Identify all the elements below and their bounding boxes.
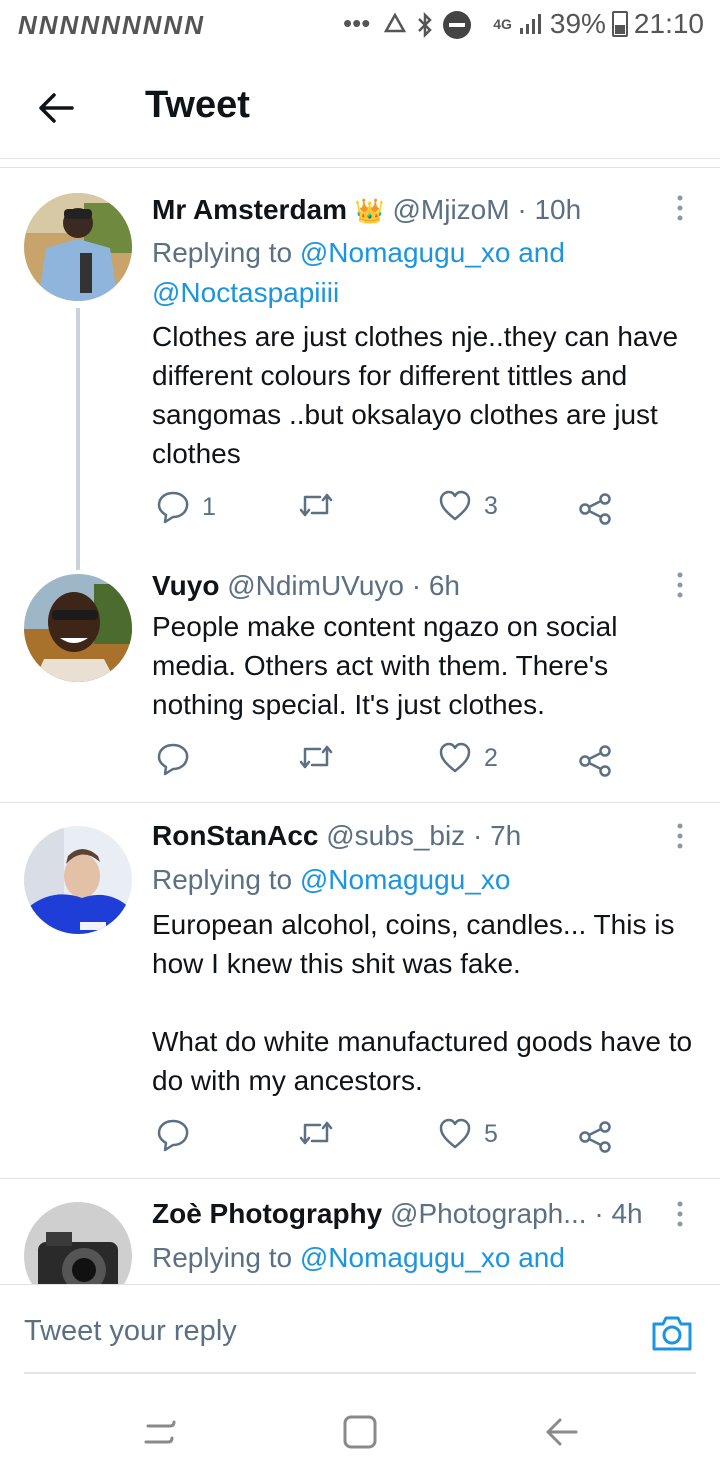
tweet-text: Clothes are just clothes nje..they can h… — [152, 321, 686, 469]
app-header: Tweet — [0, 60, 720, 156]
mention-link[interactable]: @Nomagugu_xo and — [300, 237, 565, 268]
heart-icon — [439, 742, 471, 773]
reply-icon — [157, 1119, 189, 1152]
retweet-icon — [299, 493, 333, 517]
back-arrow-icon[interactable] — [36, 88, 76, 128]
recycle-icon — [383, 12, 407, 33]
tweet-time: 6h — [428, 570, 461, 601]
notification-icons: NNNNNNNNN — [18, 10, 205, 40]
retweet-button[interactable] — [298, 742, 346, 772]
retweet-icon — [299, 1121, 333, 1145]
more-options-icon[interactable] — [670, 821, 690, 851]
reply-icon — [157, 491, 189, 524]
tweet-actions: 1 3 — [152, 490, 632, 530]
tweet-time: 4h — [611, 1198, 643, 1229]
author-handle[interactable]: @MjizoM — [392, 194, 509, 225]
author-name[interactable]: Mr Amsterdam — [152, 194, 347, 225]
author-name[interactable]: Vuyo — [152, 570, 219, 601]
tweet-time: 10h — [534, 194, 582, 225]
camera-icon[interactable] — [650, 1313, 694, 1353]
avatar[interactable] — [24, 826, 132, 934]
like-count: 2 — [484, 743, 498, 772]
author-handle[interactable]: @Photograph... — [390, 1198, 587, 1229]
divider — [0, 1178, 720, 1179]
replying-to: Replying to @Nomagugu_xo — [152, 864, 511, 895]
bluetooth-icon — [418, 11, 432, 39]
status-bar: NNNNNNNNN ••• 4G 39% 21:10 — [0, 0, 720, 50]
crown-emoji: 👑 — [354, 198, 385, 225]
recent-apps-icon[interactable] — [140, 1412, 180, 1452]
mention-link[interactable]: @Nomagugu_xo and — [300, 1242, 565, 1273]
author-name[interactable]: Zoè Photography — [152, 1198, 382, 1229]
tweet-actions: 2 — [152, 742, 632, 782]
reply-button[interactable]: 1 — [156, 490, 216, 524]
battery-icon — [611, 11, 628, 37]
avatar[interactable] — [24, 193, 132, 301]
like-button[interactable]: 2 — [438, 742, 498, 774]
divider — [0, 158, 720, 159]
retweet-button[interactable] — [298, 490, 346, 520]
reply-button[interactable] — [156, 1118, 202, 1152]
like-count: 3 — [484, 491, 498, 520]
divider — [0, 802, 720, 803]
battery-percent: 39% — [549, 8, 606, 39]
system-nav-bar — [0, 1390, 720, 1480]
tweet-time: 7h — [490, 820, 522, 851]
tweet-text: European alcohol, coins, candles... This… — [152, 909, 693, 1096]
mention-link[interactable]: @Nomagugu_xo — [300, 864, 511, 895]
like-button[interactable]: 3 — [438, 490, 498, 522]
heart-icon — [439, 490, 471, 521]
more-options-icon[interactable] — [670, 570, 690, 600]
retweet-button[interactable] — [298, 1118, 346, 1148]
thread-line — [76, 308, 80, 570]
avatar[interactable] — [24, 574, 132, 682]
mention-link[interactable]: @Noctaspapiiii — [152, 277, 339, 308]
divider — [24, 1372, 696, 1374]
more-options-icon[interactable] — [670, 1199, 690, 1229]
reply-button[interactable] — [156, 742, 202, 776]
more-options-icon[interactable] — [670, 193, 690, 223]
signal-icon — [519, 14, 541, 34]
page-title: Tweet — [145, 84, 250, 126]
share-icon[interactable] — [578, 492, 612, 526]
clock: 21:10 — [633, 8, 704, 39]
author-handle[interactable]: @subs_biz — [326, 820, 465, 851]
more-notifications-icon: ••• — [343, 8, 371, 38]
tweet-actions: 5 — [152, 1118, 632, 1158]
like-count: 5 — [484, 1119, 498, 1148]
tweet-text: People make content ngazo on social medi… — [152, 611, 626, 720]
home-icon[interactable] — [340, 1412, 380, 1452]
do-not-disturb-icon — [443, 11, 471, 39]
reply-icon — [157, 743, 189, 776]
share-icon[interactable] — [578, 744, 612, 778]
divider — [0, 167, 720, 168]
share-icon[interactable] — [578, 1120, 612, 1154]
like-button[interactable]: 5 — [438, 1118, 498, 1150]
system-back-icon[interactable] — [542, 1412, 582, 1452]
author-handle[interactable]: @NdimUVuyo — [227, 570, 404, 601]
reply-count: 1 — [202, 492, 216, 521]
replying-to: Replying to @Nomagugu_xo and — [152, 1242, 565, 1273]
reply-input[interactable]: Tweet your reply — [24, 1315, 237, 1348]
retweet-icon — [299, 745, 333, 769]
reply-composer[interactable]: Tweet your reply — [0, 1284, 720, 1375]
replying-to: Replying to @Nomagugu_xo and @Noctaspapi… — [152, 237, 565, 308]
author-name[interactable]: RonStanAcc — [152, 820, 318, 851]
network-type: 4G — [493, 16, 512, 32]
heart-icon — [439, 1118, 471, 1149]
